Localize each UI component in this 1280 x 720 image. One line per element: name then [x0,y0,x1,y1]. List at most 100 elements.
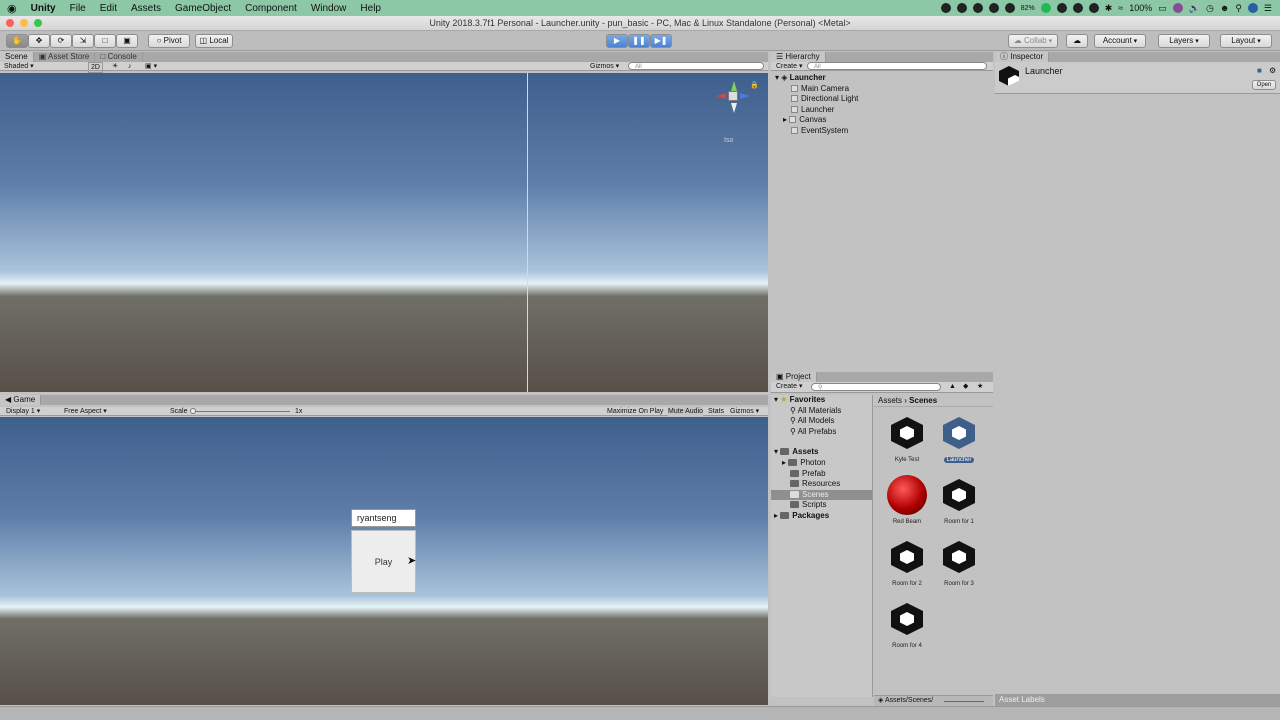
folder-resources[interactable]: Resources [774,479,872,490]
audio-icon[interactable]: ♪ [128,62,132,71]
scale-slider-thumb[interactable] [190,408,196,414]
play-button[interactable]: ▶ [606,34,628,48]
filter-label-icon[interactable]: ◆ [963,382,968,391]
aspect-dropdown[interactable]: Free Aspect [64,407,107,416]
packages-node[interactable]: ▸ Packages [774,511,872,522]
hierarchy-item-directional-light[interactable]: Directional Light [775,94,993,105]
favorites-node[interactable]: ▾ ★ Favorites [774,395,872,406]
favorite-item[interactable]: ⚲ All Prefabs [774,427,872,438]
asset-labels-bar[interactable]: Asset Labels [995,694,1280,706]
mute-audio-toggle[interactable]: Mute Audio [668,407,704,416]
step-button[interactable]: ▶❚ [650,34,672,48]
effects-icon[interactable]: ▣ [145,62,157,71]
gizmo-y-axis[interactable] [731,81,737,91]
clock-icon[interactable]: ◷ [1206,3,1214,14]
wifi-icon[interactable]: ≈ [1118,3,1123,13]
help-icon[interactable]: ■ [1257,66,1262,75]
folder-prefab[interactable]: Prefab [774,469,872,480]
message-icon[interactable] [988,3,999,13]
hand-tool-button[interactable]: ✋ [6,34,28,48]
dropbox-icon[interactable] [972,3,983,13]
menu-edit[interactable]: Edit [93,3,124,14]
filter-type-icon[interactable]: ▲ [949,382,956,391]
folder-scripts[interactable]: Scripts [774,500,872,511]
gamepad-icon[interactable] [956,3,967,13]
hierarchy-item-main-camera[interactable]: Main Camera [775,84,993,95]
menu-file[interactable]: File [63,3,93,14]
apple-icon[interactable]: ◉ [0,2,24,15]
asset-red-beam[interactable]: Red Beam [880,475,934,525]
tab-project[interactable]: ▣ Project [771,372,817,382]
drive-icon[interactable] [1004,3,1015,13]
move-tool-button[interactable]: ✥ [28,34,50,48]
gizmo-neg-y-axis[interactable] [731,103,737,113]
expand-icon[interactable]: ▾ [774,395,778,404]
player-name-input[interactable]: ryantseng [351,509,416,527]
minimize-window-button[interactable] [20,19,28,27]
tab-game[interactable]: ◀ Game [0,395,42,405]
menu-component[interactable]: Component [238,3,304,14]
collab-dropdown[interactable]: ☁ Collab [1008,34,1058,48]
game-viewport[interactable]: ryantseng Play ➤ [0,417,768,705]
hierarchy-create-dropdown[interactable]: Create [776,62,802,71]
menu-list-icon[interactable]: ☰ [1264,3,1272,14]
tab-console[interactable]: □ Console [95,52,143,62]
hierarchy-item-canvas[interactable]: ▸ Canvas [775,115,993,126]
shading-dropdown[interactable]: Shaded [4,62,34,71]
record-icon[interactable] [940,3,951,13]
folder-photon[interactable]: ▸ Photon [774,458,872,469]
expand-icon[interactable]: ▸ [782,458,786,467]
open-button[interactable]: Open [1252,80,1276,90]
maximize-on-play-toggle[interactable]: Maximize On Play [607,407,663,416]
hierarchy-search-input[interactable]: All [807,62,987,70]
expand-icon[interactable]: ▾ [774,447,778,456]
settings-gear-icon[interactable]: ⚙ [1269,66,1276,75]
hierarchy-item-eventsystem[interactable]: EventSystem [775,126,993,137]
stats-toggle[interactable]: Stats [708,407,724,416]
expand-icon[interactable]: ▸ [783,115,787,124]
notification-icon[interactable] [1172,3,1183,13]
layers-dropdown[interactable]: Layers [1158,34,1210,48]
assets-node[interactable]: ▾ Assets [774,447,872,458]
zoom-window-button[interactable] [34,19,42,27]
battery-icon[interactable]: ▭ [1158,3,1167,14]
close-window-button[interactable] [6,19,14,27]
scene-lock-icon[interactable]: 🔒 [750,81,759,89]
project-search-input[interactable]: ⚲ [811,383,941,391]
gizmo-x-axis[interactable] [716,93,726,99]
local-toggle[interactable]: ◫ Local [195,34,233,48]
display-dropdown[interactable]: Display 1 [6,407,40,416]
bluetooth-icon[interactable]: ✱ [1105,3,1113,14]
volume-icon[interactable]: 🔊 [1189,3,1200,14]
tab-hierarchy[interactable]: ☰ Hierarchy [771,52,826,62]
breadcrumb-assets[interactable]: Assets [878,396,902,405]
scene-root-item[interactable]: ▾ ◈ Launcher [775,73,993,84]
tab-asset-store[interactable]: ▣ Asset Store [33,52,96,62]
2d-toggle[interactable]: 2D [88,62,103,73]
pause-button[interactable]: ❚❚ [628,34,650,48]
asset-room-for-3[interactable]: Room for 3 [932,537,986,587]
scale-tool-button[interactable]: ⇲ [72,34,94,48]
rect-tool-button[interactable]: □ [94,34,116,48]
favorite-item[interactable]: ⚲ All Models [774,416,872,427]
pivot-toggle[interactable]: ○ Pivot [148,34,190,48]
asset-room-for-4[interactable]: Room for 4 [880,599,934,649]
siri-icon[interactable] [1247,3,1258,13]
user-icon[interactable]: ☻ [1220,3,1229,13]
scene-gizmos-dropdown[interactable]: Gizmos [590,62,619,71]
scene-viewport[interactable]: Iso 🔒 [0,73,768,392]
expand-icon[interactable]: ▾ [775,73,779,82]
expand-icon[interactable]: ▸ [774,511,778,520]
asset-room-for-2[interactable]: Room for 2 [880,537,934,587]
asset-kyle-test[interactable]: Kyle Test [880,413,934,463]
asset-room-for-1[interactable]: Room for 1 [932,475,986,525]
menu-help[interactable]: Help [353,3,388,14]
cloud-services-button[interactable]: ☁ [1066,34,1088,48]
gizmo-z-axis[interactable] [740,93,750,99]
menu-unity[interactable]: Unity [24,3,63,14]
hierarchy-item-launcher[interactable]: Launcher [775,105,993,116]
game-gizmos-dropdown[interactable]: Gizmos [730,407,759,416]
spotlight-icon[interactable]: ⚲ [1235,3,1242,14]
skype-icon[interactable] [1056,3,1067,13]
breadcrumb-scenes[interactable]: Scenes [909,396,937,405]
